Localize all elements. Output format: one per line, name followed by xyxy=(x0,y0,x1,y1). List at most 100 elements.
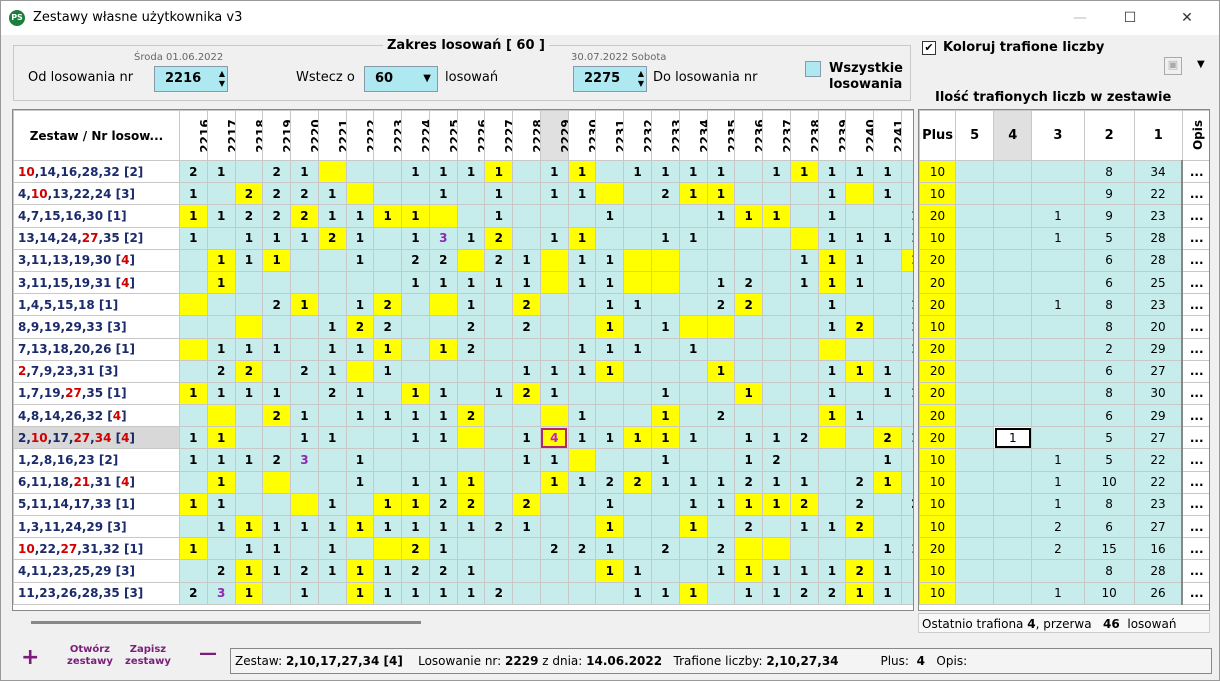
hit-cell[interactable]: 1 xyxy=(567,226,597,250)
back-select[interactable]: 60 ▼ xyxy=(364,66,438,92)
hit-cell[interactable]: 1 xyxy=(567,248,597,272)
hit-cell[interactable] xyxy=(845,448,875,472)
hit-cell[interactable]: 2 xyxy=(484,514,514,539)
hit-cell[interactable] xyxy=(484,315,514,339)
hit-cell[interactable] xyxy=(345,426,375,450)
hit-cell[interactable] xyxy=(900,270,913,295)
hit-cell[interactable] xyxy=(650,359,680,383)
hit-cell[interactable] xyxy=(817,470,847,494)
hit-cell[interactable]: 1 xyxy=(456,581,486,605)
hit-cell[interactable]: 2 xyxy=(845,514,875,539)
hit-cell[interactable]: 1 xyxy=(345,404,375,428)
hit-cell[interactable]: 1 xyxy=(373,337,403,361)
hit-cell[interactable] xyxy=(650,248,680,272)
draw-header[interactable]: 2225 xyxy=(428,110,458,161)
hit-cell[interactable]: 1 xyxy=(734,204,764,228)
hit-cell[interactable] xyxy=(539,204,569,228)
hits-header[interactable]: 4 xyxy=(993,110,1033,161)
hit-cell[interactable]: 1 xyxy=(317,337,347,361)
hit-cell[interactable]: 2 xyxy=(484,581,514,605)
hit-cell[interactable] xyxy=(317,470,347,494)
hit-cell[interactable] xyxy=(512,182,541,206)
hit-cell[interactable]: 1 xyxy=(595,426,625,450)
hit-cell[interactable]: 1 xyxy=(706,182,736,206)
hit-cell[interactable] xyxy=(484,426,514,450)
remove-set-button[interactable]: — xyxy=(199,645,217,663)
hit-cell[interactable]: 1 xyxy=(178,182,208,206)
draw-header[interactable]: 2222 xyxy=(345,110,375,161)
hit-cell[interactable]: 1 xyxy=(317,426,347,450)
hit-cell[interactable]: 2 xyxy=(789,581,819,605)
hit-cell[interactable] xyxy=(178,514,208,539)
draw-header[interactable]: 2227 xyxy=(484,110,514,161)
hits-row[interactable]: 10 8 20... xyxy=(919,315,1209,339)
hit-cell[interactable]: 1 xyxy=(539,381,569,406)
table-row[interactable]: 3,11,15,19,31 [4]111111111211121 xyxy=(13,270,913,295)
hit-cell[interactable]: 2 xyxy=(845,470,875,494)
hit-cell[interactable] xyxy=(706,514,736,539)
hit-cell[interactable] xyxy=(873,337,902,361)
hit-cell[interactable]: 1 xyxy=(290,226,319,250)
hits-row[interactable]: 20 6 27... xyxy=(919,359,1209,383)
maximize-icon[interactable]: ☐ xyxy=(1107,1,1153,35)
description-button[interactable]: ... xyxy=(1181,159,1209,184)
hit-cell[interactable]: 1 xyxy=(206,381,236,406)
hit-cell[interactable]: 1 xyxy=(873,159,902,184)
hit-cell[interactable]: 3 xyxy=(428,226,458,250)
hit-cell[interactable]: 1 xyxy=(817,226,847,250)
hit-cell[interactable] xyxy=(623,448,652,472)
hit-cell[interactable]: 1 xyxy=(845,226,875,250)
hit-cell[interactable]: 1 xyxy=(512,514,541,539)
hit-cell[interactable] xyxy=(595,182,625,206)
spin-arrows-icon[interactable]: ▲ ▼ xyxy=(219,69,225,89)
draw-header[interactable]: 2226 xyxy=(456,110,486,161)
hit-cell[interactable] xyxy=(762,359,791,383)
hit-cell[interactable] xyxy=(873,514,902,539)
hit-cell[interactable] xyxy=(623,270,652,295)
hit-cell[interactable]: 1 xyxy=(789,559,819,583)
hit-cell[interactable] xyxy=(262,470,292,494)
results-grid[interactable]: Zestaw / Nr losow... 2216 2217 2218 2219 2220… xyxy=(12,109,914,611)
hit-cell[interactable]: 2 xyxy=(456,492,486,517)
hit-cell[interactable] xyxy=(762,182,791,206)
hit-cell[interactable] xyxy=(401,448,430,472)
hit-cell[interactable]: 1 xyxy=(873,182,902,206)
hit-cell[interactable]: 2 xyxy=(456,315,486,339)
hit-cell[interactable]: 1 xyxy=(456,226,486,250)
hit-cell[interactable] xyxy=(317,248,347,272)
description-button[interactable]: ... xyxy=(1181,381,1209,406)
hit-cell[interactable]: 1 xyxy=(762,581,791,605)
hit-cell[interactable] xyxy=(900,559,913,583)
hit-cell[interactable]: 1 xyxy=(678,226,708,250)
hit-cell[interactable]: 1 xyxy=(706,159,736,184)
hit-cell[interactable] xyxy=(567,204,597,228)
hit-cell[interactable]: 1 xyxy=(539,359,569,383)
hit-cell[interactable]: 2 xyxy=(262,182,292,206)
hit-cell[interactable]: 1 xyxy=(317,204,347,228)
hit-cell[interactable]: 1 xyxy=(900,226,913,250)
hit-cell[interactable]: 2 xyxy=(845,315,875,339)
table-row[interactable]: 10,22,27,31,32 [1]11112122122112 xyxy=(13,537,913,561)
hit-cell[interactable]: 1 xyxy=(789,248,819,272)
hit-cell[interactable] xyxy=(484,293,514,317)
hit-cell[interactable]: 1 xyxy=(345,581,375,605)
hit-cell[interactable]: 2 xyxy=(317,381,347,406)
draw-header[interactable]: 2221 xyxy=(317,110,347,161)
draw-header[interactable]: 2241 xyxy=(873,110,902,161)
hit-cell[interactable]: 2 xyxy=(706,404,736,428)
hit-cell[interactable] xyxy=(539,270,569,295)
hit-cell[interactable]: 1 xyxy=(178,204,208,228)
hit-cell[interactable] xyxy=(789,381,819,406)
hit-cell[interactable] xyxy=(512,226,541,250)
draw-header[interactable]: 2217 xyxy=(206,110,236,161)
hit-cell[interactable]: 1 xyxy=(595,293,625,317)
draw-header[interactable]: 2230 xyxy=(567,110,597,161)
description-button[interactable]: ... xyxy=(1181,270,1209,295)
table-row[interactable]: 10,14,16,28,32 [2]21211111111111111111 xyxy=(13,159,913,184)
hits-count-grid[interactable]: Plus 5 4 3 2 1 Opis 10 8 34... 10 9 22... 20 1 9 23... 1… xyxy=(918,109,1210,611)
draw-header[interactable]: 2237 xyxy=(762,110,791,161)
draw-header[interactable]: 2238 xyxy=(789,110,819,161)
hits-row[interactable]: 10 1 10 22... xyxy=(919,470,1209,494)
hit-cell[interactable] xyxy=(262,315,292,339)
hit-cell[interactable]: 1 xyxy=(206,159,236,184)
